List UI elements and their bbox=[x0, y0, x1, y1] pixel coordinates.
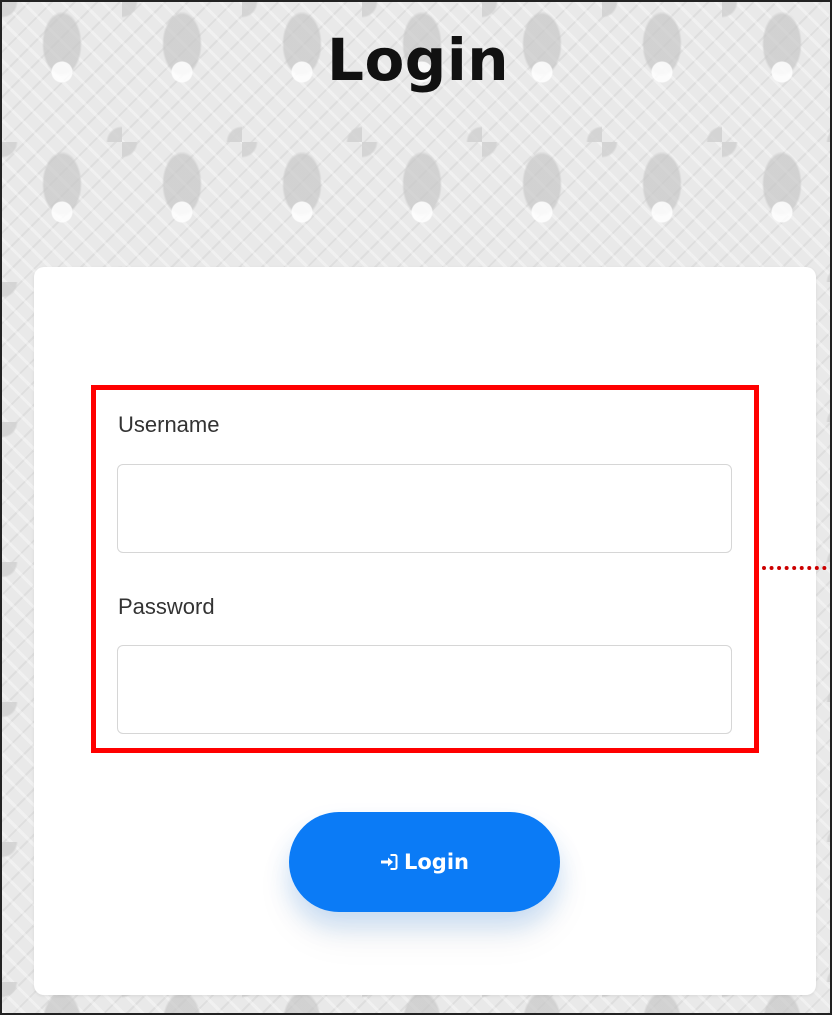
username-input[interactable] bbox=[117, 464, 732, 553]
page-title: Login bbox=[327, 26, 509, 94]
login-button[interactable]: Login bbox=[289, 812, 560, 912]
password-input[interactable] bbox=[117, 645, 732, 734]
login-button-label: Login bbox=[404, 850, 469, 874]
page-background: Login Username Password Login bbox=[0, 0, 832, 1015]
username-label: Username bbox=[118, 412, 220, 437]
password-label: Password bbox=[118, 594, 215, 619]
callout-connector bbox=[762, 566, 830, 570]
sign-in-icon bbox=[380, 853, 398, 871]
